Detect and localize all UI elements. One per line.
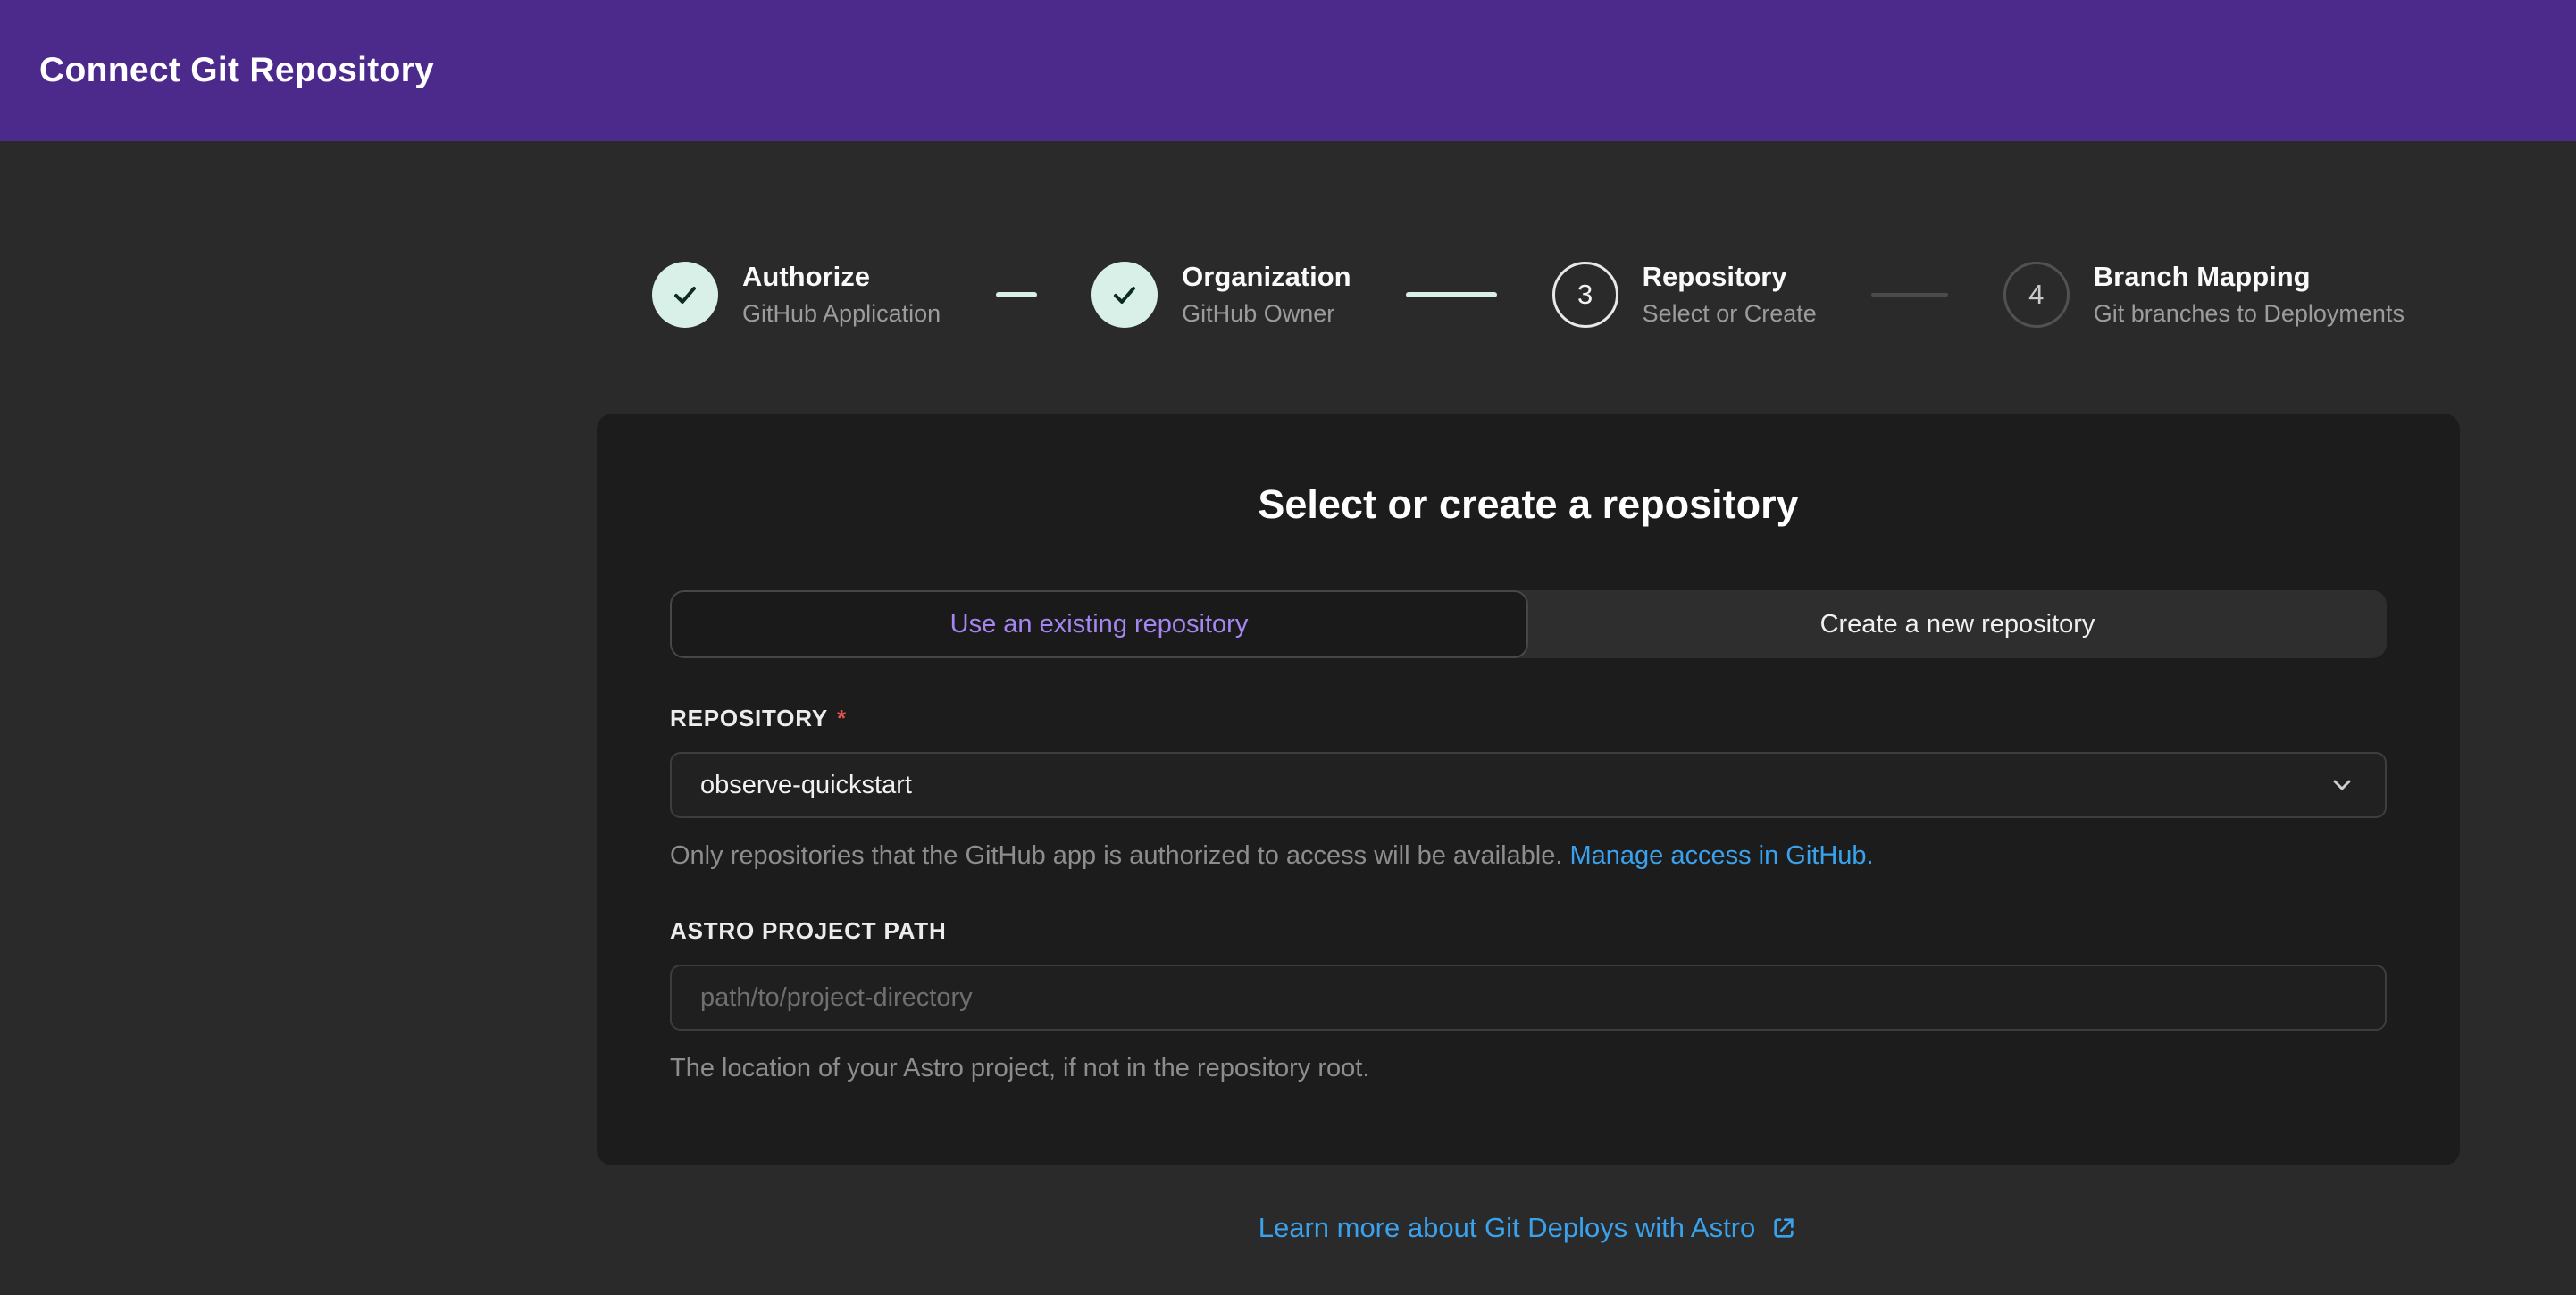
step-complete-indicator [1091,262,1158,328]
step-text: Organization GitHub Owner [1182,261,1351,328]
project-path-help-text: The location of your Astro project, if n… [670,1054,2387,1083]
repository-help-text: Only repositories that the GitHub app is… [670,841,2387,871]
external-link-icon[interactable] [1769,1214,1798,1242]
repository-select[interactable]: observe-quickstart [670,752,2387,818]
repository-select-value: observe-quickstart [700,771,912,800]
step-organization[interactable]: Organization GitHub Owner [1091,261,1351,328]
repository-card: Select or create a repository Use an exi… [597,414,2460,1166]
step-label: Repository [1643,261,1817,293]
page-header: Connect Git Repository [0,0,2576,141]
learn-more-row: Learn more about Git Deploys with Astro [597,1212,2460,1244]
step-label: Authorize [742,261,941,293]
repository-field-label: REPOSITORY * [670,705,2387,732]
step-text: Repository Select or Create [1643,261,1817,328]
step-current-indicator: 3 [1552,262,1618,328]
wizard-stepper: Authorize GitHub Application Organizatio… [597,261,2460,328]
step-text: Authorize GitHub Application [742,261,941,328]
step-upcoming-indicator: 4 [2003,262,2070,328]
required-marker: * [837,705,847,732]
tab-use-existing-repository[interactable]: Use an existing repository [670,590,1528,658]
step-connector [996,292,1037,297]
wizard-content: Authorize GitHub Application Organizatio… [597,261,2460,1244]
step-label: Branch Mapping [2094,261,2405,293]
check-icon [1107,277,1142,313]
step-sublabel: Select or Create [1643,300,1817,328]
check-icon [667,277,703,313]
learn-more-link[interactable]: Learn more about Git Deploys with Astro [1259,1212,1756,1244]
card-title: Select or create a repository [670,481,2387,528]
repository-label-text: REPOSITORY [670,705,828,732]
manage-access-link[interactable]: Manage access in GitHub. [1569,841,1873,870]
step-connector [1871,293,1948,297]
step-branch-mapping: 4 Branch Mapping Git branches to Deploym… [2003,261,2405,328]
step-repository: 3 Repository Select or Create [1552,261,1817,328]
step-sublabel: GitHub Owner [1182,300,1351,328]
chevron-down-icon [2328,771,2356,799]
step-label: Organization [1182,261,1351,293]
tab-create-new-repository[interactable]: Create a new repository [1528,590,2387,658]
project-path-input[interactable] [670,965,2387,1031]
step-authorize[interactable]: Authorize GitHub Application [652,261,941,328]
step-sublabel: GitHub Application [742,300,941,328]
step-connector [1406,292,1497,297]
repository-mode-tabs: Use an existing repository Create a new … [670,590,2387,658]
project-path-field-label: ASTRO PROJECT PATH [670,917,2387,945]
repository-help-plain: Only repositories that the GitHub app is… [670,841,1562,870]
step-sublabel: Git branches to Deployments [2094,300,2405,328]
step-complete-indicator [652,262,718,328]
step-text: Branch Mapping Git branches to Deploymen… [2094,261,2405,328]
page-title: Connect Git Repository [39,51,434,90]
project-path-label-text: ASTRO PROJECT PATH [670,917,947,945]
